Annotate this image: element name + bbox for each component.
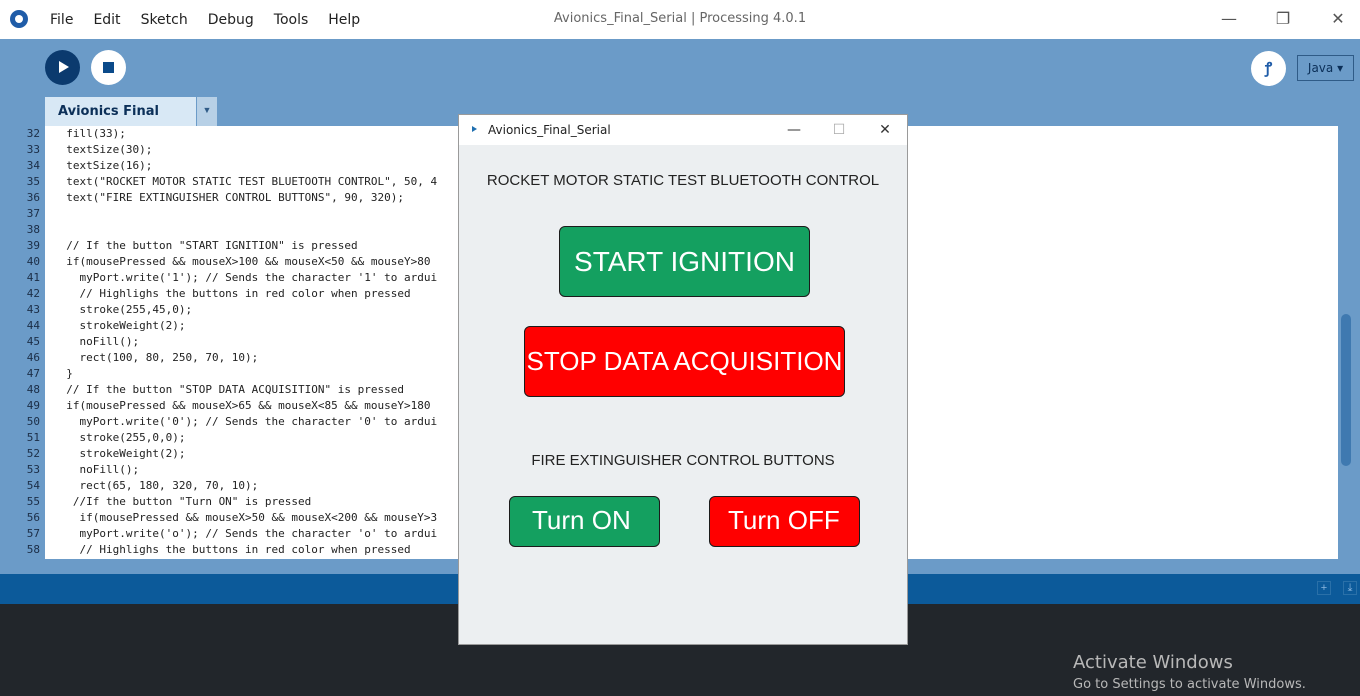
code-line: strokeWeight(2); (53, 319, 186, 332)
activate-subtitle: Go to Settings to activate Windows. (1073, 677, 1306, 692)
sketch-heading-fire: FIRE EXTINGUISHER CONTROL BUTTONS (531, 452, 835, 469)
line-number: 55 (26, 495, 40, 508)
line-number: 34 (26, 159, 40, 172)
tab-avionics-final-serial[interactable]: Avionics Final Serial (45, 97, 196, 148)
clear-console-icon[interactable]: ⤓ (1343, 581, 1357, 595)
line-number: 42 (26, 287, 40, 300)
code-line: textSize(30); (53, 143, 153, 156)
code-line: text("FIRE EXTINGUISHER CONTROL BUTTONS"… (53, 191, 404, 204)
line-number: 50 (26, 415, 40, 428)
line-number: 39 (26, 239, 40, 252)
run-button[interactable] (45, 50, 80, 85)
line-number: 51 (26, 431, 40, 444)
debugger-icon[interactable]: ꝭ (1251, 51, 1286, 86)
line-number: 54 (26, 479, 40, 492)
line-number: 37 (26, 207, 40, 220)
maximize-button[interactable]: ❐ (1268, 6, 1298, 32)
stop-button[interactable] (91, 50, 126, 85)
line-number: 44 (26, 319, 40, 332)
line-number: 33 (26, 143, 40, 156)
line-number: 48 (26, 383, 40, 396)
code-line: textSize(16); (53, 159, 153, 172)
line-number: 47 (26, 367, 40, 380)
code-line: // Highlighs the buttons in red color wh… (53, 543, 411, 556)
line-number: 40 (26, 255, 40, 268)
line-number: 32 (26, 127, 40, 140)
line-number: 38 (26, 223, 40, 236)
sketch-heading-rocket: ROCKET MOTOR STATIC TEST BLUETOOTH CONTR… (486, 172, 880, 189)
sketch-close-button[interactable]: ✕ (872, 119, 898, 141)
turn-on-button[interactable]: Turn ON (509, 496, 660, 547)
code-line: myPort.write('0'); // Sends the characte… (53, 415, 438, 428)
code-line: myPort.write('1'); // Sends the characte… (53, 271, 438, 284)
line-number: 57 (26, 527, 40, 540)
close-button[interactable]: ✕ (1323, 6, 1353, 32)
code-line: // Highlighs the buttons in red color wh… (53, 287, 411, 300)
line-number: 36 (26, 191, 40, 204)
line-number: 53 (26, 463, 40, 476)
code-line: // If the button "START IGNITION" is pre… (53, 239, 358, 252)
code-line: myPort.write('o'); // Sends the characte… (53, 527, 438, 540)
mode-select[interactable]: Java ▾ (1297, 55, 1354, 81)
line-number: 49 (26, 399, 40, 412)
line-number: 52 (26, 447, 40, 460)
code-line: rect(65, 180, 320, 70, 10); (53, 479, 259, 492)
code-line: stroke(255,45,0); (53, 303, 193, 316)
line-number: 58 (26, 543, 40, 556)
code-line: if(mousePressed && mouseX>50 && mouseX<2… (53, 511, 438, 524)
line-number: 46 (26, 351, 40, 364)
code-line: } (53, 367, 73, 380)
sketch-window-title: Avionics_Final_Serial (488, 123, 611, 137)
sketch-window: Avionics_Final_Serial — ☐ ✕ ROCKET MOTOR… (458, 114, 908, 645)
line-number: 45 (26, 335, 40, 348)
window-title: Avionics_Final_Serial | Processing 4.0.1 (553, 11, 807, 26)
code-line: noFill(); (53, 463, 140, 476)
code-line: if(mousePressed && mouseX>100 && mouseX<… (53, 255, 431, 268)
stop-data-acquisition-button[interactable]: STOP DATA ACQUISITION (524, 326, 845, 397)
code-line: if(mousePressed && mouseX>65 && mouseX<8… (53, 399, 431, 412)
code-line: // If the button "STOP DATA ACQUISITION"… (53, 383, 404, 396)
code-line: stroke(255,0,0); (53, 431, 186, 444)
activate-windows-watermark: Activate Windows Go to Settings to activ… (1073, 652, 1306, 692)
code-line: text("ROCKET MOTOR STATIC TEST BLUETOOTH… (53, 175, 438, 188)
editor-scrollbar-thumb[interactable] (1341, 314, 1351, 466)
toolbar: ꝭ Java ▾ (0, 39, 1360, 97)
code-line: strokeWeight(2); (53, 447, 186, 460)
turn-off-button[interactable]: Turn OFF (709, 496, 860, 547)
copy-icon[interactable]: + (1317, 581, 1331, 595)
line-number: 56 (26, 511, 40, 524)
code-line: fill(33); (53, 127, 126, 140)
code-line: rect(100, 80, 250, 70, 10); (53, 351, 259, 364)
sketch-maximize-button[interactable]: ☐ (826, 119, 852, 141)
line-number: 43 (26, 303, 40, 316)
code-line: //If the button "Turn ON" is pressed (53, 495, 312, 508)
sketch-minimize-button[interactable]: — (781, 119, 807, 141)
tab-menu-button[interactable]: ▼ (197, 97, 217, 126)
sketch-title-bar: Avionics_Final_Serial — ☐ ✕ (459, 115, 907, 145)
start-ignition-button[interactable]: START IGNITION (559, 226, 810, 297)
code-line: noFill(); (53, 335, 140, 348)
minimize-button[interactable]: — (1214, 6, 1244, 32)
line-number: 35 (26, 175, 40, 188)
line-number: 41 (26, 271, 40, 284)
title-bar: File Edit Sketch Debug Tools Help Avioni… (0, 0, 1360, 39)
java-icon (472, 126, 477, 132)
activate-title: Activate Windows (1073, 652, 1233, 673)
